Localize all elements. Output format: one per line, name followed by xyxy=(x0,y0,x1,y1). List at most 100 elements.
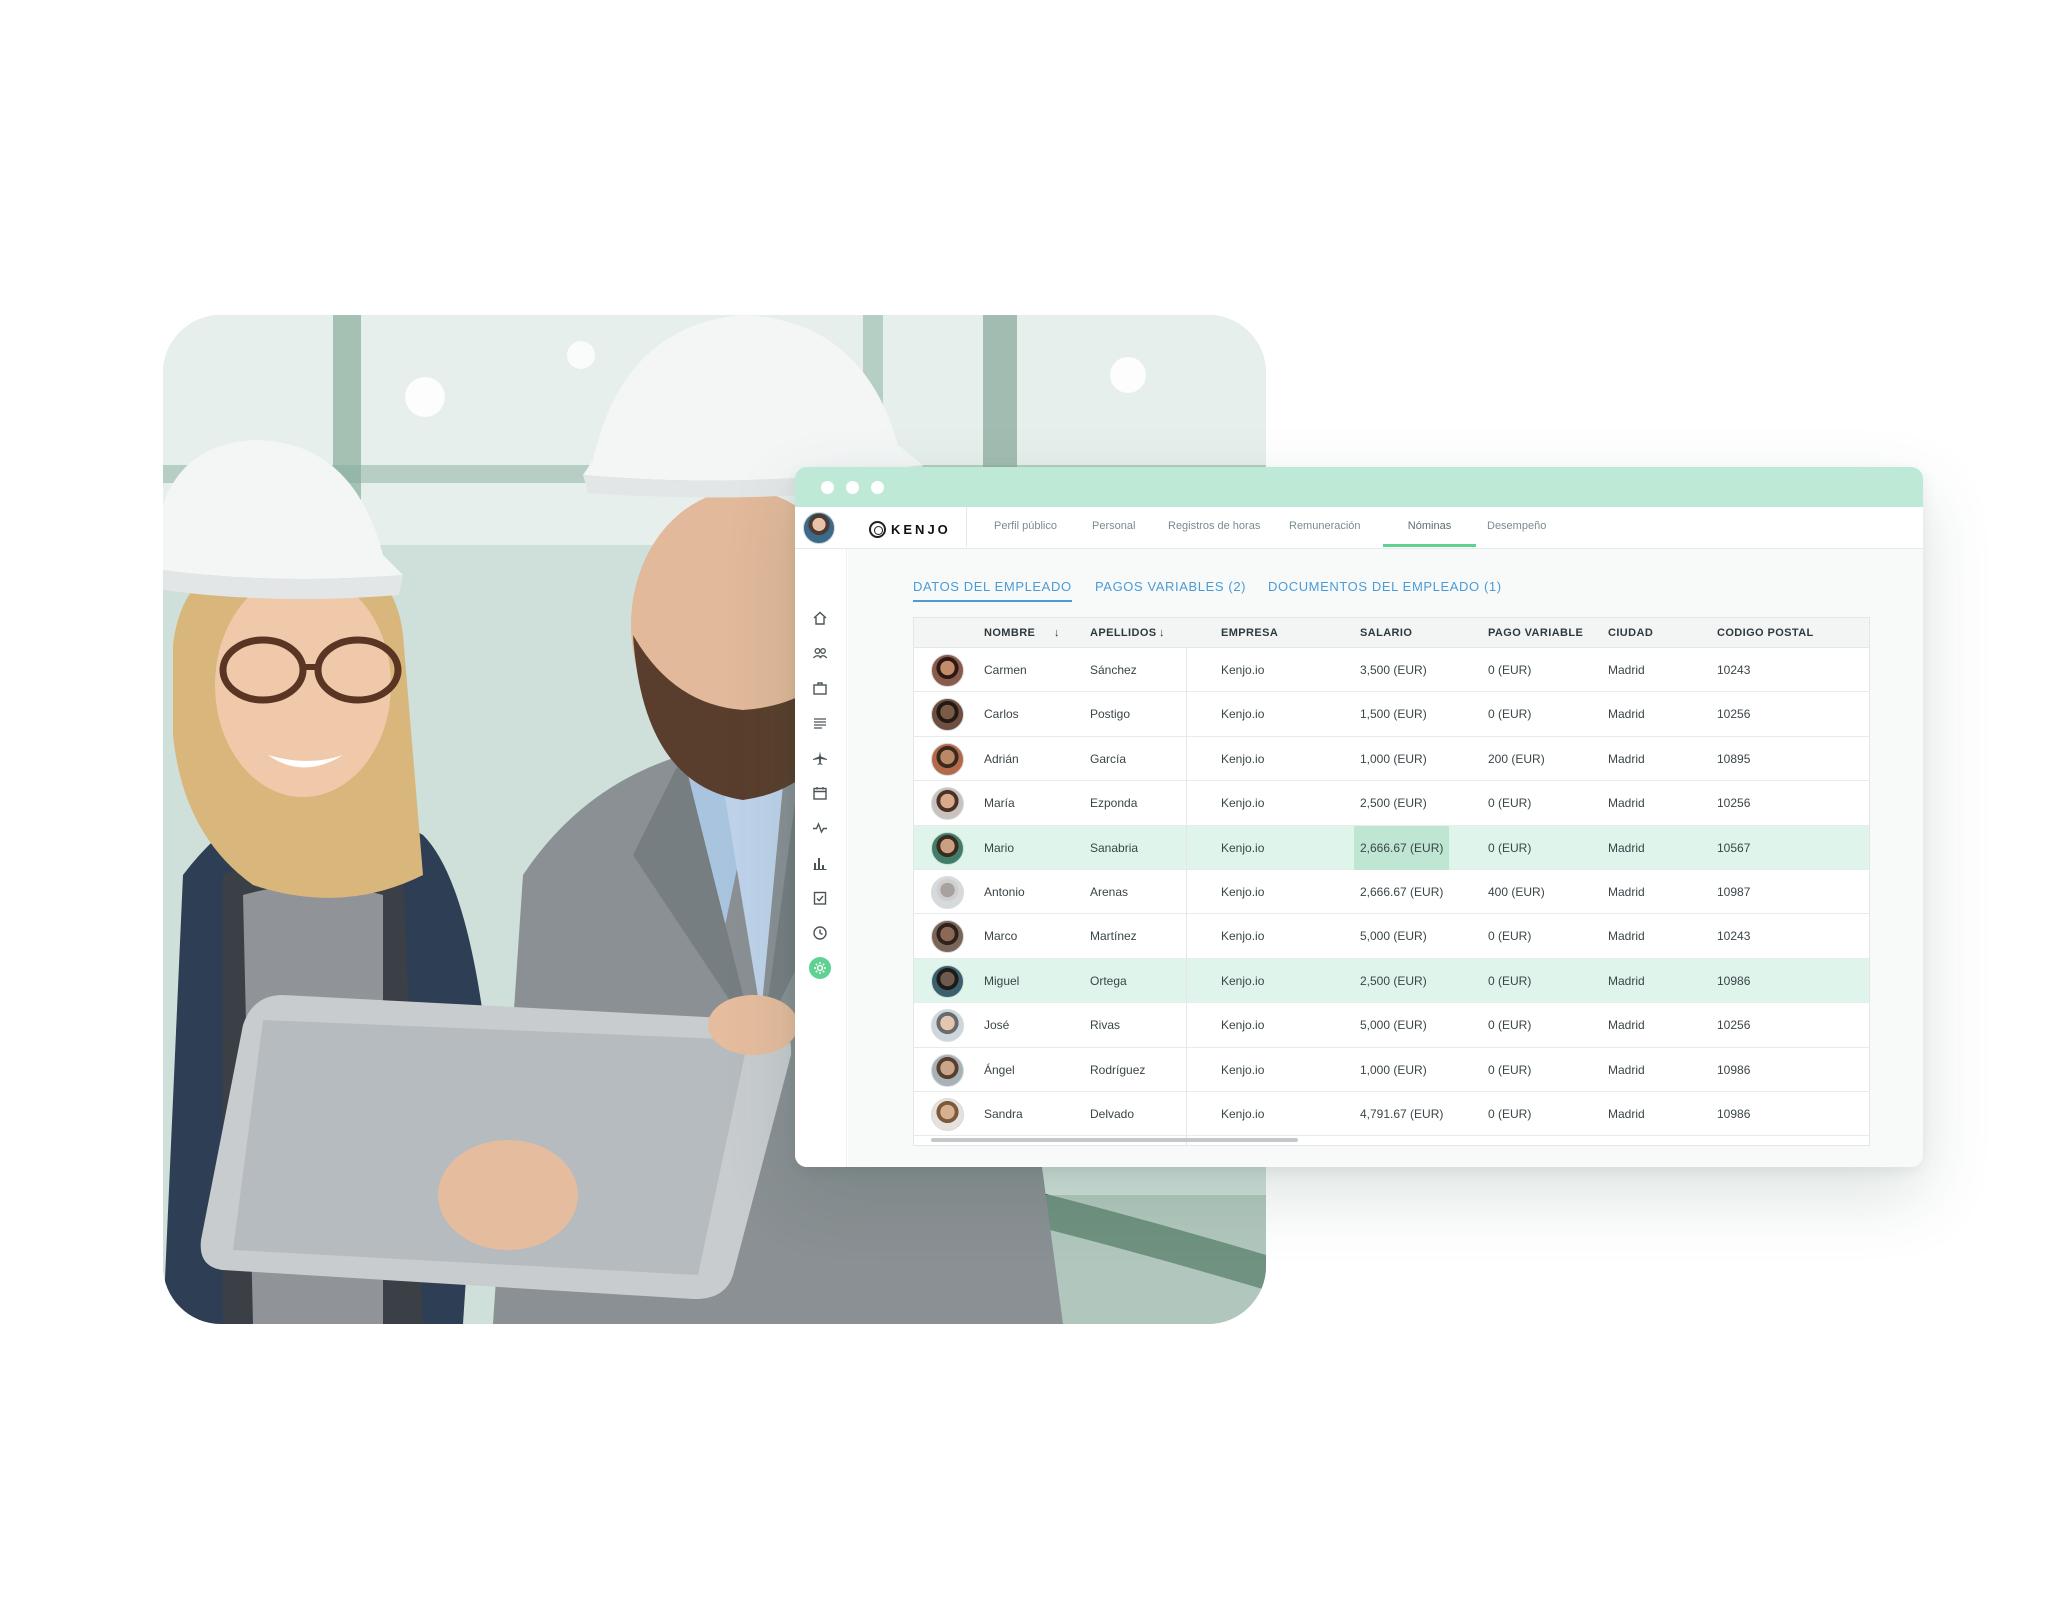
cell-nombre: Adrián xyxy=(984,751,1019,766)
table-row[interactable]: Mario Sanabria Kenjo.io 2,666.67 (EUR) 0 (EU… xyxy=(914,825,1869,870)
settings-icon[interactable] xyxy=(809,957,831,979)
people-icon[interactable] xyxy=(809,642,831,664)
logo-text: KENJO xyxy=(891,521,951,537)
cell-ciudad: Madrid xyxy=(1608,929,1645,944)
table-row[interactable]: Sandra Delvado Kenjo.io 4,791.67 (EUR) 0 (EU… xyxy=(914,1091,1869,1137)
window-minimize-dot[interactable] xyxy=(846,480,859,494)
cell-nombre: Antonio xyxy=(984,884,1025,899)
cell-salario: 1,000 (EUR) xyxy=(1360,751,1427,766)
header-ciudad[interactable]: CIUDAD xyxy=(1608,618,1653,648)
header-apellidos[interactable]: APELLIDOS xyxy=(1090,618,1157,648)
employee-avatar[interactable] xyxy=(931,920,964,954)
cell-salario: 5,000 (EUR) xyxy=(1360,929,1427,944)
cell-ciudad: Madrid xyxy=(1608,1106,1645,1121)
cell-ciudad: Madrid xyxy=(1608,663,1645,677)
employee-avatar[interactable] xyxy=(931,831,964,865)
cell-apellidos: Arenas xyxy=(1090,884,1129,899)
bar-chart-icon[interactable] xyxy=(809,852,831,874)
subtab-documentos-del-empleado[interactable]: DOCUMENTOS DEL EMPLEADO (1) xyxy=(1268,579,1502,600)
tab-registros-de-horas[interactable]: Registros de horas xyxy=(1168,507,1260,547)
tab-nominas[interactable]: Nóminas xyxy=(1383,507,1476,547)
cell-nombre: Ángel xyxy=(984,1062,1015,1077)
cell-ciudad: Madrid xyxy=(1608,973,1645,988)
cell-nombre: Sandra xyxy=(984,1106,1023,1121)
sort-arrow-icon[interactable]: ↓ xyxy=(1159,618,1165,648)
horizontal-scrollbar[interactable] xyxy=(931,1138,1298,1142)
employee-avatar[interactable] xyxy=(931,1009,964,1043)
table-row[interactable]: María Ezponda Kenjo.io 2,500 (EUR) 0 (EUR) Ma… xyxy=(914,781,1869,826)
tab-desempeno[interactable]: Desempeño xyxy=(1487,507,1546,547)
list-icon[interactable] xyxy=(809,712,831,734)
user-avatar[interactable] xyxy=(803,512,835,544)
cell-codigo-postal: 10243 xyxy=(1717,663,1751,677)
cell-salario: 2,666.67 (EUR) xyxy=(1360,884,1444,899)
cell-nombre: Miguel xyxy=(984,973,1020,988)
calendar-icon[interactable] xyxy=(809,782,831,804)
cell-pago-variable: 400 (EUR) xyxy=(1488,884,1545,899)
cell-pago-variable: 0 (EUR) xyxy=(1488,973,1532,988)
window-close-dot[interactable] xyxy=(821,480,834,494)
table-row[interactable]: Marco Martínez Kenjo.io 5,000 (EUR) 0 (EUR) M… xyxy=(914,914,1869,959)
cell-pago-variable: 0 (EUR) xyxy=(1488,840,1532,855)
pulse-icon[interactable] xyxy=(809,817,831,839)
briefcase-icon[interactable] xyxy=(809,677,831,699)
kenjo-logo-icon xyxy=(869,520,886,538)
cell-pago-variable: 0 (EUR) xyxy=(1488,1018,1532,1033)
kenjo-logo[interactable]: KENJO xyxy=(869,519,951,539)
employee-avatar[interactable] xyxy=(931,654,964,687)
cell-apellidos: Ortega xyxy=(1090,973,1127,988)
employee-avatar[interactable] xyxy=(931,1097,964,1131)
table-row[interactable]: Ángel Rodríguez Kenjo.io 1,000 (EUR) 0 (EUR)… xyxy=(914,1047,1869,1092)
cell-empresa: Kenjo.io xyxy=(1221,796,1265,811)
nav-divider xyxy=(966,507,967,547)
tab-personal[interactable]: Personal xyxy=(1092,507,1135,547)
cell-empresa: Kenjo.io xyxy=(1221,1018,1265,1033)
cell-apellidos: Delvado xyxy=(1090,1106,1135,1121)
cell-salario: 3,500 (EUR) xyxy=(1360,663,1427,677)
table-row[interactable]: Carmen Sánchez Kenjo.io 3,500 (EUR) 0 (EUR) M… xyxy=(914,648,1869,693)
cell-codigo-postal: 10256 xyxy=(1717,707,1751,722)
tab-perfil-publico[interactable]: Perfil público xyxy=(994,507,1057,547)
table-row[interactable]: Carlos Postigo Kenjo.io 1,500 (EUR) 0 (EUR) M… xyxy=(914,692,1869,737)
cell-empresa: Kenjo.io xyxy=(1221,1106,1265,1121)
window-maximize-dot[interactable] xyxy=(871,480,884,494)
subtab-datos-del-empleado[interactable]: DATOS DEL EMPLEADO xyxy=(913,579,1072,602)
cell-empresa: Kenjo.io xyxy=(1221,707,1265,722)
tab-remuneracion[interactable]: Remuneración xyxy=(1289,507,1361,547)
employee-avatar[interactable] xyxy=(931,698,964,732)
header-empresa[interactable]: EMPRESA xyxy=(1221,618,1278,648)
checklist-icon[interactable] xyxy=(809,887,831,909)
main-content: DATOS DEL EMPLEADO PAGOS VARIABLES (2) D… xyxy=(848,549,1923,1167)
sort-arrow-icon[interactable]: ↓ xyxy=(1054,618,1060,648)
table-row[interactable]: José Rivas Kenjo.io 5,000 (EUR) 0 (EUR) Madri… xyxy=(914,1003,1869,1048)
cell-salario: 2,666.67 (EUR) xyxy=(1354,825,1450,870)
cell-ciudad: Madrid xyxy=(1608,796,1645,811)
employee-avatar[interactable] xyxy=(931,787,964,821)
cell-empresa: Kenjo.io xyxy=(1221,1062,1265,1077)
table-row[interactable]: Adrián García Kenjo.io 1,000 (EUR) 200 (EUR)… xyxy=(914,736,1869,782)
top-navigation: KENJO Perfil público Personal Registros … xyxy=(795,507,1923,549)
cell-codigo-postal: 10567 xyxy=(1717,840,1751,855)
cell-ciudad: Madrid xyxy=(1608,840,1645,855)
header-salario[interactable]: SALARIO xyxy=(1360,618,1412,648)
cell-apellidos: Sánchez xyxy=(1090,663,1137,677)
employees-table: NOMBRE ↓ APELLIDOS ↓ EMPRESA SALARIO PAG… xyxy=(913,617,1870,1146)
cell-ciudad: Madrid xyxy=(1608,707,1645,722)
table-row[interactable]: Miguel Ortega Kenjo.io 2,500 (EUR) 0 (EUR) Ma… xyxy=(914,958,1869,1004)
employee-avatar[interactable] xyxy=(931,1053,964,1087)
home-icon[interactable] xyxy=(809,607,831,629)
employee-avatar[interactable] xyxy=(931,875,964,909)
cell-codigo-postal: 10256 xyxy=(1717,1018,1751,1033)
header-pago-variable[interactable]: PAGO VARIABLE xyxy=(1488,618,1583,648)
employee-avatar[interactable] xyxy=(931,964,964,998)
clock-icon[interactable] xyxy=(809,922,831,944)
plane-icon[interactable] xyxy=(809,747,831,769)
cell-nombre: Carmen xyxy=(984,663,1027,677)
subtab-pagos-variables[interactable]: PAGOS VARIABLES (2) xyxy=(1095,579,1246,600)
employee-avatar[interactable] xyxy=(931,742,964,776)
cell-empresa: Kenjo.io xyxy=(1221,840,1265,855)
table-row[interactable]: Antonio Arenas Kenjo.io 2,666.67 (EUR) 400 (… xyxy=(914,869,1869,915)
header-codigo-postal[interactable]: CODIGO POSTAL xyxy=(1717,618,1814,648)
header-nombre[interactable]: NOMBRE xyxy=(984,618,1035,648)
cell-pago-variable: 200 (EUR) xyxy=(1488,751,1545,766)
